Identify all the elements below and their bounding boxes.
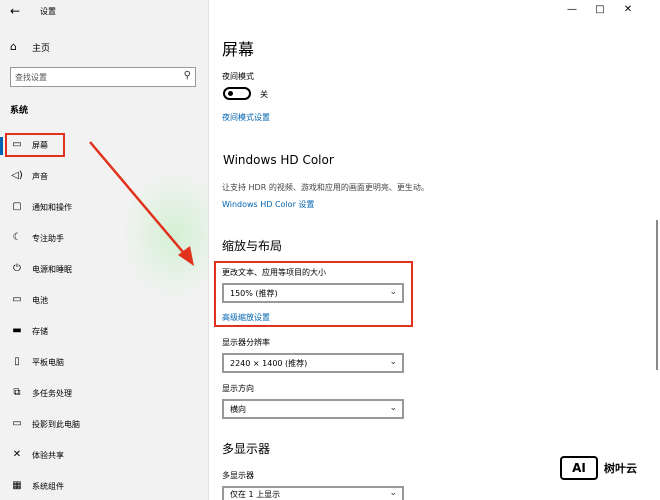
sidebar-item-power[interactable]: ⏻ 电源和睡眠 bbox=[0, 259, 208, 281]
annotation-highlight-display bbox=[5, 133, 65, 157]
search-box[interactable]: ⚲ bbox=[10, 67, 196, 87]
sidebar-item-label: 电源和睡眠 bbox=[32, 265, 72, 274]
sidebar-item-label: 系统组件 bbox=[32, 482, 64, 491]
sidebar-item-notifications[interactable]: ▢ 通知和操作 bbox=[0, 197, 208, 219]
orientation-select[interactable]: 横向 ⌄ bbox=[222, 399, 404, 419]
search-icon[interactable]: ⚲ bbox=[184, 70, 191, 81]
search-input[interactable] bbox=[15, 71, 175, 83]
multi-display-value: 仅在 1 上显示 bbox=[230, 490, 281, 499]
home-icon: ⌂ bbox=[10, 40, 17, 53]
page-title: 屏幕 bbox=[222, 40, 255, 59]
minimize-icon[interactable]: — bbox=[558, 4, 586, 15]
scale-heading: 缩放与布局 bbox=[222, 239, 283, 253]
maximize-icon[interactable]: □ bbox=[586, 4, 614, 15]
chevron-down-icon: ⌄ bbox=[389, 403, 397, 413]
multi-display-label: 多显示器 bbox=[222, 471, 254, 480]
sidebar-item-home[interactable]: ⌂ 主页 bbox=[10, 40, 190, 56]
hdr-description: 让支持 HDR 的视频、游戏和应用的画面更明亮、更生动。 bbox=[222, 183, 429, 192]
sidebar-item-label: 通知和操作 bbox=[32, 203, 72, 212]
sidebar-item-label: 投影到此电脑 bbox=[32, 420, 80, 429]
window-controls: — □ ✕ bbox=[558, 4, 642, 15]
close-icon[interactable]: ✕ bbox=[614, 4, 642, 15]
power-icon: ⏻ bbox=[13, 263, 21, 274]
sidebar-item-sound[interactable]: ◁) 声音 bbox=[0, 166, 208, 188]
home-label: 主页 bbox=[32, 44, 51, 54]
sidebar-item-label: 体验共享 bbox=[32, 451, 64, 460]
multi-display-heading: 多显示器 bbox=[222, 442, 271, 456]
chevron-down-icon: ⌄ bbox=[389, 357, 397, 367]
moon-icon: ☾ bbox=[12, 232, 22, 243]
sidebar-item-focus-assist[interactable]: ☾ 专注助手 bbox=[0, 228, 208, 250]
resolution-select[interactable]: 2240 × 1400 (推荐) ⌄ bbox=[222, 353, 404, 373]
orientation-label: 显示方向 bbox=[222, 384, 254, 393]
annotation-highlight-scale bbox=[214, 261, 413, 327]
watermark-logo: AI bbox=[560, 456, 598, 480]
main-content: — □ ✕ 屏幕 夜间模式 关 夜间模式设置 Windows HD Color 让支… bbox=[209, 0, 660, 500]
sidebar-item-label: 电池 bbox=[32, 296, 48, 305]
share-icon: ✕ bbox=[12, 449, 22, 460]
speaker-icon: ◁) bbox=[11, 170, 23, 181]
components-icon: ▦ bbox=[12, 480, 22, 491]
sidebar-item-label: 存储 bbox=[32, 327, 48, 336]
notification-icon: ▢ bbox=[12, 201, 22, 212]
hdr-heading: Windows HD Color bbox=[223, 153, 334, 167]
multi-display-select[interactable]: 仅在 1 上显示 ⌄ bbox=[222, 486, 404, 500]
storage-icon: ▬ bbox=[12, 325, 22, 336]
scrollbar[interactable] bbox=[656, 220, 658, 370]
sidebar-item-battery[interactable]: ▭ 电池 bbox=[0, 290, 208, 312]
back-arrow-icon[interactable]: ← bbox=[10, 4, 20, 18]
orientation-value: 横向 bbox=[230, 405, 246, 414]
night-mode-label: 夜间模式 bbox=[222, 72, 254, 81]
multitask-icon: ⧉ bbox=[13, 387, 21, 398]
watermark: AI 树叶云 bbox=[560, 456, 656, 482]
sidebar-item-label: 平板电脑 bbox=[32, 358, 64, 367]
night-mode-toggle[interactable] bbox=[223, 87, 251, 100]
sidebar-item-multitasking[interactable]: ⧉ 多任务处理 bbox=[0, 383, 208, 405]
sidebar-item-label: 专注助手 bbox=[32, 234, 64, 243]
resolution-value: 2240 × 1400 (推荐) bbox=[230, 359, 308, 368]
hdr-settings-link[interactable]: Windows HD Color 设置 bbox=[222, 199, 314, 210]
section-label: 系统 bbox=[10, 106, 29, 116]
sidebar-item-label: 声音 bbox=[32, 172, 48, 181]
sidebar-item-projecting[interactable]: ▭ 投影到此电脑 bbox=[0, 414, 208, 436]
watermark-text: 树叶云 bbox=[604, 462, 637, 475]
night-mode-state: 关 bbox=[260, 90, 268, 99]
resolution-label: 显示器分辨率 bbox=[222, 338, 270, 347]
selection-indicator bbox=[0, 137, 3, 155]
sidebar: ← 设置 ⌂ 主页 ⚲ 系统 ▭ 屏幕 ◁) 声音 ▢ 通知和操作 ☾ 专注助手… bbox=[0, 0, 230, 500]
sidebar-item-storage[interactable]: ▬ 存储 bbox=[0, 321, 208, 343]
sidebar-item-label: 多任务处理 bbox=[32, 389, 72, 398]
projector-icon: ▭ bbox=[12, 418, 22, 429]
toggle-knob bbox=[228, 91, 233, 96]
chevron-down-icon: ⌄ bbox=[389, 488, 397, 498]
title-bar: ← 设置 bbox=[0, 0, 208, 24]
app-title: 设置 bbox=[40, 7, 56, 16]
battery-icon: ▭ bbox=[12, 294, 22, 305]
tablet-icon: ▯ bbox=[14, 356, 20, 367]
sidebar-item-tablet[interactable]: ▯ 平板电脑 bbox=[0, 352, 208, 374]
sidebar-item-system-components[interactable]: ▦ 系统组件 bbox=[0, 476, 208, 498]
sidebar-item-shared-experiences[interactable]: ✕ 体验共享 bbox=[0, 445, 208, 467]
night-mode-settings-link[interactable]: 夜间模式设置 bbox=[222, 112, 270, 123]
